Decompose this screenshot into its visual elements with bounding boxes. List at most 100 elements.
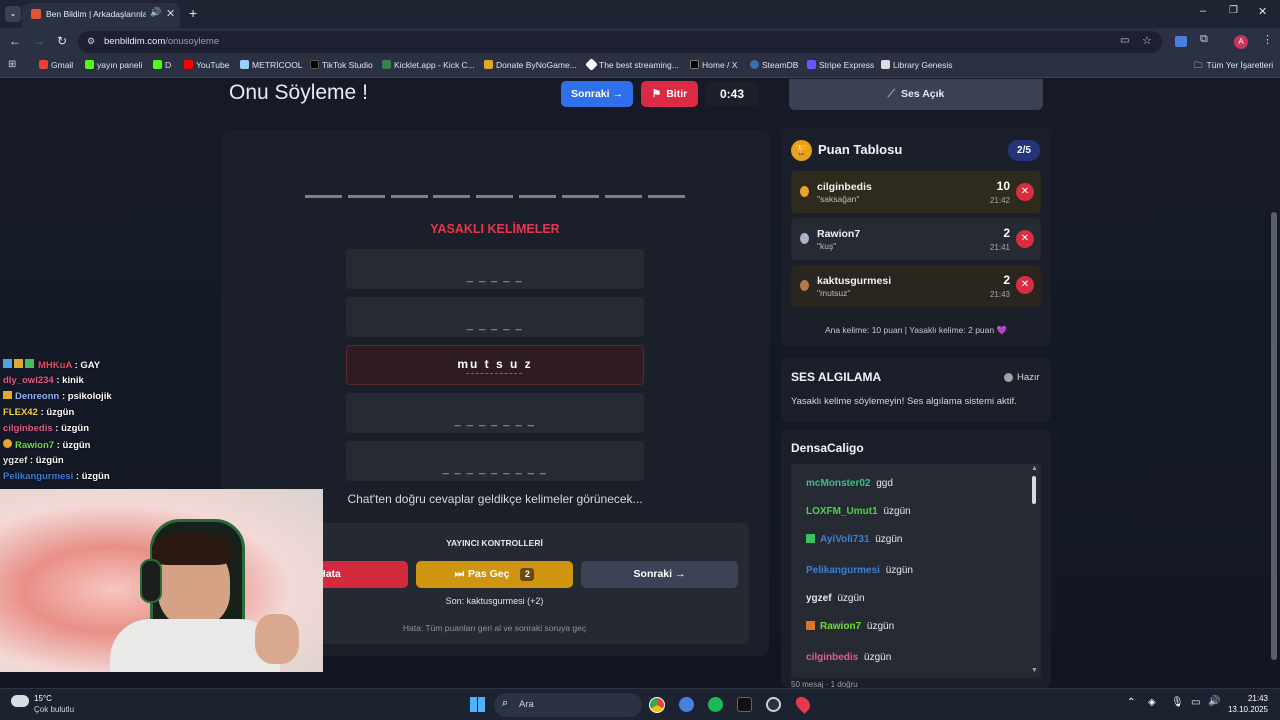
microphone-icon[interactable]: 🎙 — [1171, 697, 1184, 708]
bookmark-youtube[interactable]: YouTube — [184, 60, 229, 70]
forward-icon[interactable]: → — [33, 34, 45, 48]
bookmark-tiktok[interactable]: TikTok Studio — [310, 60, 373, 70]
remove-player-button[interactable]: ✕ — [1016, 230, 1034, 248]
player-score: 2 — [1003, 273, 1010, 287]
bookmark-library-genesis[interactable]: Library Genesis — [881, 60, 953, 70]
capcut-icon[interactable] — [737, 697, 752, 712]
pass-button[interactable]: ⏭ Pas Geç 2 — [416, 561, 573, 588]
badge-icon — [806, 621, 815, 630]
clock-date[interactable]: 13.10.2025 — [1222, 705, 1268, 714]
window-close-icon[interactable]: ✕ — [1258, 5, 1267, 18]
word-blanks — [305, 195, 685, 198]
windows-start-icon[interactable] — [470, 697, 485, 712]
steamdb-icon — [750, 60, 759, 69]
chat-scrollbar[interactable] — [1032, 476, 1036, 504]
display-icon[interactable]: ▭ — [1191, 697, 1200, 708]
player-name: cilginbedis — [817, 181, 872, 193]
badge-icon — [14, 359, 23, 368]
location-app-icon[interactable] — [793, 694, 813, 714]
bookmark-star-icon[interactable]: ☆ — [1142, 34, 1152, 47]
url-host: benbildim.com — [104, 36, 166, 47]
extensions-icon[interactable]: ⧉ — [1200, 33, 1208, 46]
chat-user: ygzef — [806, 593, 832, 604]
volume-icon[interactable]: 🔊 — [1208, 696, 1220, 707]
chrome-icon[interactable] — [649, 697, 665, 713]
chat-message: ygzef üzgün — [806, 593, 865, 604]
remove-player-button[interactable]: ✕ — [1016, 276, 1034, 294]
forbidden-word: _ _ _ _ _ — [466, 319, 524, 331]
chat-user: LOXFM_Umut1 — [806, 506, 878, 517]
leaderboard-page-badge[interactable]: 2/5 — [1008, 140, 1040, 161]
blank-line — [605, 195, 642, 198]
audio-icon[interactable]: 🔊 — [150, 7, 161, 18]
finish-button[interactable]: ⚑ Bitir — [641, 81, 698, 107]
chat-text: üzgün — [883, 506, 911, 517]
bookmark-yayin-paneli[interactable]: yayın paneli — [85, 60, 142, 70]
headphones — [140, 559, 162, 603]
overlay-chat-line: FLEX42 : üzgün — [3, 407, 75, 418]
blank-line — [562, 195, 599, 198]
bookmark-streaming[interactable]: The best streaming... — [585, 58, 679, 71]
leaderboard-title: Puan Tablosu — [818, 142, 903, 157]
minimize-icon[interactable]: – — [1200, 5, 1206, 17]
restore-icon[interactable]: ❐ — [1229, 5, 1238, 16]
gold-medal-icon — [800, 186, 809, 197]
chat-footer: 50 mesaj · 1 doğru — [791, 680, 858, 688]
scroll-down-icon[interactable]: ▼ — [1031, 667, 1038, 674]
player-score: 10 — [996, 179, 1010, 193]
reload-icon[interactable]: ↻ — [57, 34, 67, 48]
back-icon[interactable]: ← — [9, 34, 21, 48]
all-bookmarks[interactable]: 🗀 Tüm Yer İşaretleri — [1194, 60, 1273, 74]
new-tab-icon[interactable]: + — [189, 5, 197, 21]
url-field[interactable]: ⚙ benbildim.com/onusoyleme ▭ ☆ — [78, 31, 1162, 53]
chat-message: Pelikangurmesi üzgün — [806, 565, 913, 576]
site-info-icon[interactable]: ⚙ — [87, 36, 95, 47]
sound-button[interactable]: ⟋ Ses Açık — [789, 79, 1043, 110]
tab-list-button[interactable]: ⌄ — [5, 6, 21, 22]
badge-icon — [25, 359, 34, 368]
tray-chevron-icon[interactable]: ⌃ — [1127, 697, 1135, 708]
translate-icon[interactable] — [1175, 36, 1187, 47]
player-word: "mutsuz" — [817, 288, 851, 298]
next-button[interactable]: Sonraki → — [561, 81, 633, 107]
controls-next-button[interactable]: Sonraki → — [581, 561, 738, 588]
clock-time[interactable]: 21:43 — [1222, 694, 1268, 703]
chat-message: cilginbedis üzgün — [806, 652, 891, 663]
bookmark-gmail[interactable]: Gmail — [39, 60, 73, 70]
network-app-icon[interactable] — [679, 697, 694, 712]
tray-app-icon[interactable]: ◈ — [1148, 697, 1156, 708]
tiktok-icon — [310, 60, 319, 69]
voice-description: Yasaklı kelime söylemeyin! Ses algılama … — [791, 396, 1017, 407]
blank-line — [391, 195, 428, 198]
scroll-up-icon[interactable]: ▲ — [1031, 465, 1038, 472]
donate-icon — [484, 60, 493, 69]
bookmark-metricool[interactable]: METRİCOOL — [240, 60, 303, 70]
player-score: 2 — [1003, 226, 1010, 240]
forbidden-slot — [346, 393, 644, 433]
forbidden-word: _ _ _ _ _ _ _ — [454, 415, 536, 427]
cast-icon[interactable]: ▭ — [1120, 35, 1129, 46]
menu-icon[interactable]: ⋮ — [1262, 33, 1273, 46]
taskbar-search[interactable]: ⌕ Ara — [494, 693, 642, 717]
bronze-medal-icon — [800, 280, 809, 291]
apps-icon[interactable]: ⊞ — [8, 59, 16, 70]
streamer-hand — [255, 614, 299, 664]
youtube-icon — [184, 60, 193, 69]
bookmark-stripe[interactable]: Stripe Express — [807, 60, 874, 70]
bookmark-d[interactable]: D — [153, 60, 171, 70]
tab-active[interactable]: Ben Bildim | Arkadaşlarınla 🔊 ✕ — [22, 3, 180, 28]
tab-close-icon[interactable]: ✕ — [166, 7, 175, 20]
chat-message: LOXFM_Umut1 üzgün — [806, 506, 911, 517]
app-icon[interactable] — [766, 697, 781, 712]
bookmark-x[interactable]: Home / X — [690, 60, 737, 70]
forbidden-word: _ _ _ _ _ — [466, 271, 524, 283]
page-scrollbar[interactable] — [1271, 212, 1277, 660]
bookmark-kicklet[interactable]: Kicklet.app - Kick C... — [382, 60, 475, 70]
remove-player-button[interactable]: ✕ — [1016, 183, 1034, 201]
player-time: 21:43 — [989, 290, 1010, 299]
profile-avatar[interactable]: A — [1234, 35, 1248, 49]
player-word: "kuş" — [817, 241, 837, 251]
spotify-icon[interactable] — [708, 697, 723, 712]
bookmark-donate[interactable]: Donate ByNoGame... — [484, 60, 577, 70]
bookmark-steamdb[interactable]: SteamDB — [750, 60, 798, 70]
